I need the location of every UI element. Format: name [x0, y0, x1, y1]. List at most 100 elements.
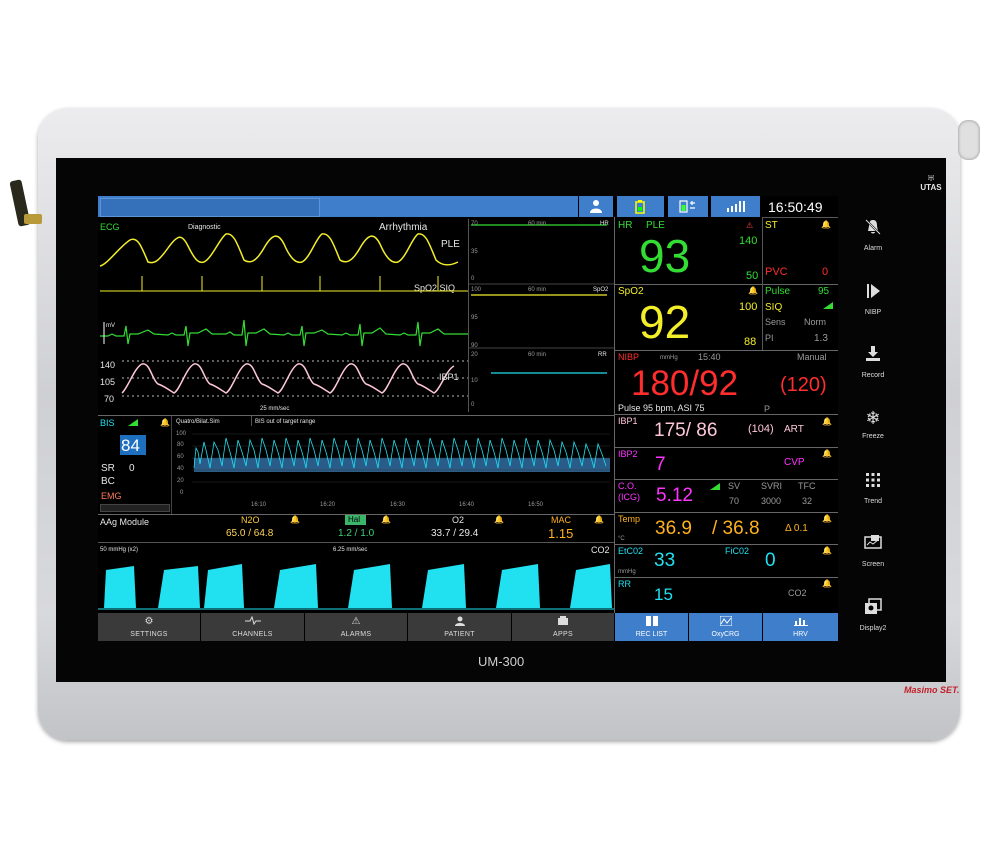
hr-low-limit: 50 [746, 270, 759, 282]
alarms-button[interactable]: ⚠ ALARMS [305, 613, 408, 641]
param-divider-5 [615, 479, 838, 480]
spo2-trend-label: SpO2 [593, 287, 609, 293]
mac-label: MAC [551, 515, 571, 525]
co-value: 5.12 [656, 485, 693, 506]
siq-signal-icon [823, 302, 833, 309]
clock: 16:50:49 [768, 199, 823, 215]
rec-list-button[interactable]: REC LIST [615, 613, 689, 641]
sv-value: 70 [729, 496, 740, 506]
brand-logo-text: UTAS [920, 183, 942, 192]
oxycrg-button[interactable]: OxyCRG [689, 613, 763, 641]
patient-status-button[interactable] [579, 196, 613, 217]
param-divider-4 [615, 447, 838, 448]
sensor-logo: Masimo SET. [904, 685, 960, 695]
temp-alarm-icon: 🔔 [822, 514, 832, 523]
mac-alarm-icon: 🔔 [594, 515, 604, 524]
alarm-button[interactable]: Alarm [838, 218, 908, 252]
rr-value: 15 [654, 585, 673, 604]
record-button-label: Record [861, 372, 885, 379]
bis-ytick-80: 80 [177, 442, 184, 448]
spo2-alarm-icon: 🔔 [748, 286, 758, 295]
hal-value: 1.2 / 1.0 [338, 528, 375, 539]
bis-ytick-0: 0 [180, 490, 184, 496]
emg-bar [100, 504, 170, 512]
side-knob [958, 120, 980, 160]
nibp-value: 180/92 [631, 364, 739, 403]
rr-trend-mid: 10 [471, 378, 478, 384]
bis-ytick-20: 20 [177, 478, 184, 484]
trend-button[interactable]: Trend [838, 471, 908, 505]
display2-icon [838, 598, 908, 620]
spo2-trend-mid: 95 [471, 315, 478, 321]
bis-trend-plot [192, 433, 610, 483]
bis-xtick-1610: 16:10 [251, 502, 267, 508]
pulse-label: Pulse [765, 286, 791, 297]
co2-scale: 50 mmHg (x2) [100, 547, 139, 553]
power-status [668, 196, 708, 217]
temp-unit: °C [618, 536, 625, 542]
ibp-wave-label: IBP1 [439, 372, 459, 382]
st-label: ST [765, 220, 778, 231]
etco2-label: EtC02 [618, 546, 644, 556]
trend-button-label: Trend [863, 498, 883, 505]
mac-value: 1.15 [548, 526, 574, 541]
screen-button[interactable]: Screen [838, 534, 908, 568]
waveform-canvas [99, 233, 468, 397]
patient-button[interactable]: PATIENT [408, 613, 512, 641]
record-list-icon [615, 616, 688, 629]
freeze-button[interactable]: ❄ Freeze [838, 408, 908, 440]
svri-value: 3000 [761, 496, 782, 506]
antenna-connector [24, 214, 42, 224]
hr-trend-mid: 35 [471, 249, 478, 255]
power-battery-icon [679, 200, 695, 213]
oxycrg-icon [689, 615, 762, 629]
spo2-low-limit: 88 [744, 336, 757, 348]
co2-wave-label: CO2 [591, 545, 610, 555]
display2-button[interactable]: Display2 [838, 598, 908, 632]
nibp-button[interactable]: NIBP [838, 282, 908, 316]
screen-icon [838, 534, 908, 556]
apps-icon [512, 616, 614, 629]
bis-ytick-60: 60 [177, 454, 184, 460]
bc-label: BC [101, 476, 115, 487]
etco2-value: 33 [654, 550, 676, 571]
apps-button[interactable]: APPS [512, 613, 615, 641]
ibp-scale-mid: 105 [100, 377, 116, 387]
nibp-time: 15:40 [698, 352, 721, 362]
rr-alarm-icon: 🔔 [822, 579, 832, 588]
hr-trend-span: 60 min [528, 221, 547, 227]
bis-status-divider [251, 416, 252, 426]
screen-button-label: Screen [861, 561, 885, 568]
record-button[interactable]: Record [838, 345, 908, 379]
trend-canvas [469, 224, 614, 374]
rr-trend-bottom: 0 [471, 402, 475, 408]
n2o-label: N2O [241, 515, 260, 525]
nibp-label: NIBP [618, 352, 640, 362]
hr-label: HR [618, 220, 633, 231]
bis-mode: Quatro/Bilat.Sim [176, 419, 220, 425]
st-alarm-icon: 🔔 [821, 220, 831, 229]
pi-label: PI [765, 333, 774, 343]
nibp-mean: (120) [780, 374, 827, 396]
svri-label: SVRI [761, 481, 783, 491]
rr-trend-top: 20 [471, 352, 478, 358]
hrv-button[interactable]: HRV [763, 613, 838, 641]
channels-button[interactable]: CHANNELS [201, 613, 305, 641]
alarm-triangle-icon: ⚠ [351, 616, 361, 627]
patient-button-label: PATIENT [444, 631, 475, 638]
bis-status: BIS out of target range [255, 419, 316, 425]
settings-button[interactable]: ⚙ SETTINGS [98, 613, 201, 641]
signal-status [711, 196, 760, 217]
co2-speed: 6.25 mm/sec [333, 547, 368, 553]
siq-bars [141, 276, 439, 291]
monitor-screen: 16:50:49 ECG Diagnostic Arrhythmia PLE S… [98, 196, 838, 641]
sens-label: Sens [765, 317, 786, 327]
nibp-p-label: P [764, 404, 771, 414]
bis-divider [171, 416, 172, 514]
emg-label: EMG [101, 491, 122, 501]
ibp1-mean: (104) [748, 423, 774, 435]
nibp-info: Pulse 95 bpm, ASI 75 [618, 403, 705, 413]
co-label: C.O. [618, 481, 637, 491]
ibp-waveform [121, 363, 455, 394]
model-label: UM-300 [478, 654, 525, 669]
